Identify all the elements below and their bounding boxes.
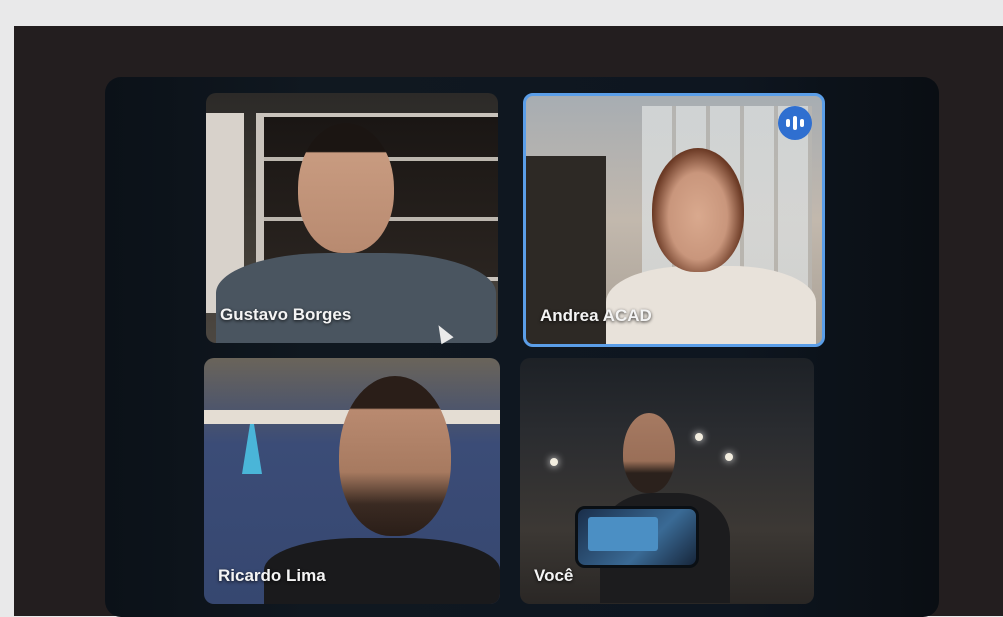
participant-name: Gustavo Borges bbox=[220, 305, 352, 324]
participant-tile-ricardo[interactable]: Ricardo Lima bbox=[204, 358, 500, 604]
participant-name: Você bbox=[534, 566, 574, 585]
ceiling-light bbox=[550, 458, 558, 466]
photo-frame: Gustavo Borges Andrea ACAD Ricardo Lima bbox=[14, 26, 1003, 617]
audio-wave-icon bbox=[778, 106, 812, 140]
participant-tile-self[interactable]: Você bbox=[520, 358, 814, 604]
participant-video-head bbox=[298, 123, 394, 253]
participant-video-head bbox=[652, 148, 744, 272]
participant-tile-gustavo[interactable]: Gustavo Borges bbox=[206, 93, 498, 343]
participant-video-body bbox=[216, 253, 496, 343]
video-call-screen: Gustavo Borges Andrea ACAD Ricardo Lima bbox=[105, 77, 939, 617]
participant-name: Ricardo Lima bbox=[218, 566, 326, 585]
participant-video-head bbox=[339, 376, 451, 536]
ceiling-light bbox=[725, 453, 733, 461]
phone bbox=[575, 506, 699, 568]
ceiling-light bbox=[695, 433, 703, 441]
participant-tile-andrea[interactable]: Andrea ACAD bbox=[523, 93, 825, 347]
participant-name: Andrea ACAD bbox=[540, 306, 652, 325]
participant-video-head bbox=[623, 413, 675, 493]
lamp bbox=[242, 424, 262, 474]
